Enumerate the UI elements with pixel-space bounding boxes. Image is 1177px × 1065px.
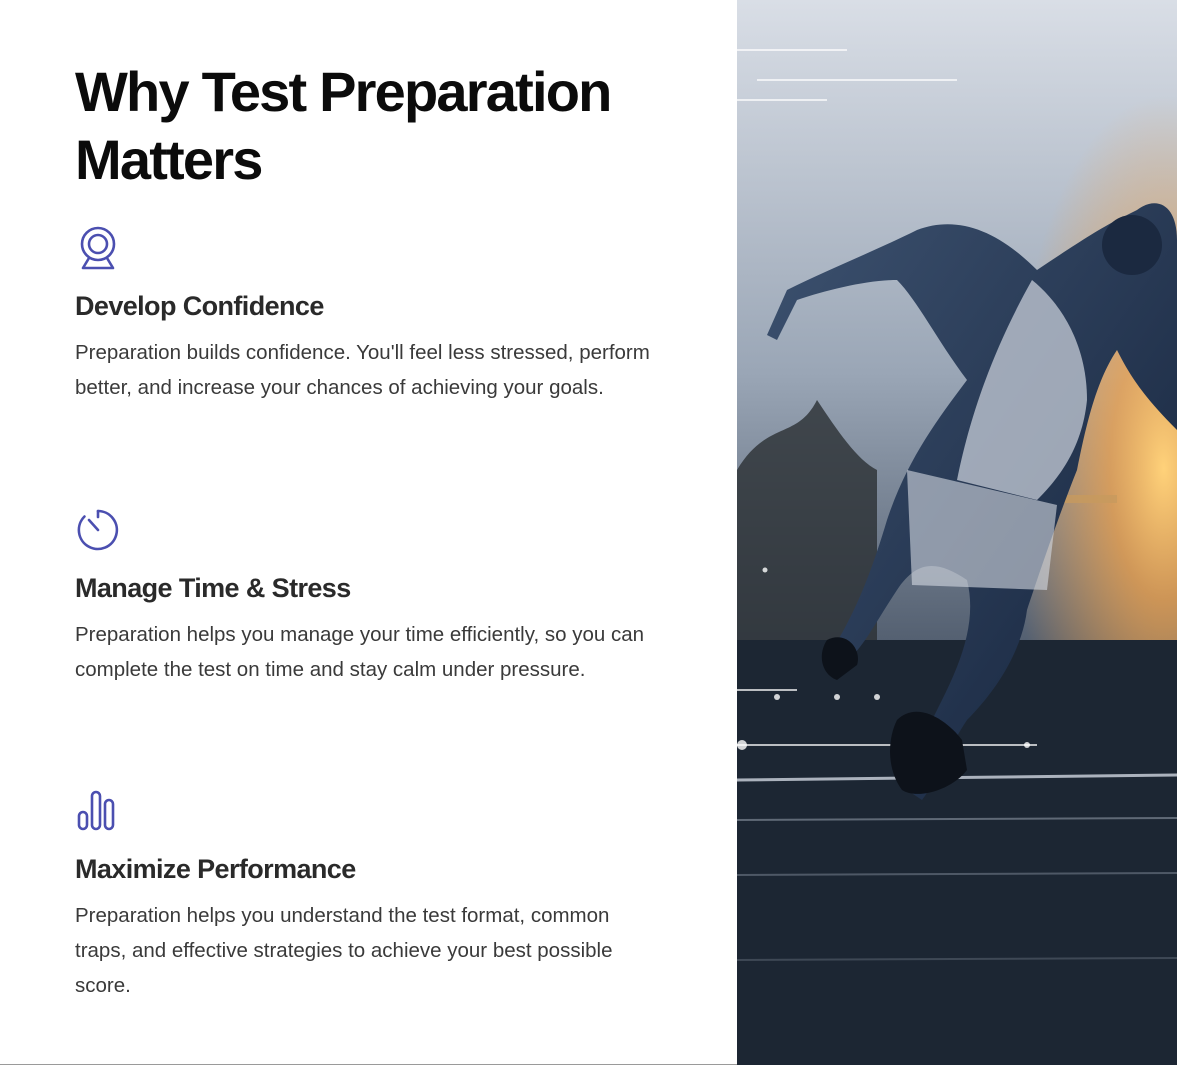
feature-manage-time-stress: Manage Time & Stress Preparation helps y… xyxy=(75,507,675,687)
feature-develop-confidence: Develop Confidence Preparation builds co… xyxy=(75,225,675,405)
feature-description: Preparation helps you understand the tes… xyxy=(75,904,613,997)
timer-icon xyxy=(77,509,119,551)
page: Why Test Preparation Matters Develop Con… xyxy=(0,0,1177,1065)
content-panel: Why Test Preparation Matters Develop Con… xyxy=(0,0,737,1065)
bar-chart-icon xyxy=(77,790,115,831)
feature-description: Preparation builds confidence. You'll fe… xyxy=(75,341,650,399)
sprinter-image xyxy=(737,0,1177,1065)
feature-heading: Develop Confidence xyxy=(75,291,324,321)
hero-image-panel xyxy=(737,0,1177,1065)
feature-description: Preparation helps you manage your time e… xyxy=(75,623,645,681)
feature-heading: Manage Time & Stress xyxy=(75,573,351,603)
page-title: Why Test Preparation Matters xyxy=(75,60,612,191)
feature-maximize-performance: Maximize Performance Preparation helps y… xyxy=(75,788,675,1003)
feature-heading: Maximize Performance xyxy=(75,854,356,884)
webcam-icon xyxy=(80,226,116,270)
